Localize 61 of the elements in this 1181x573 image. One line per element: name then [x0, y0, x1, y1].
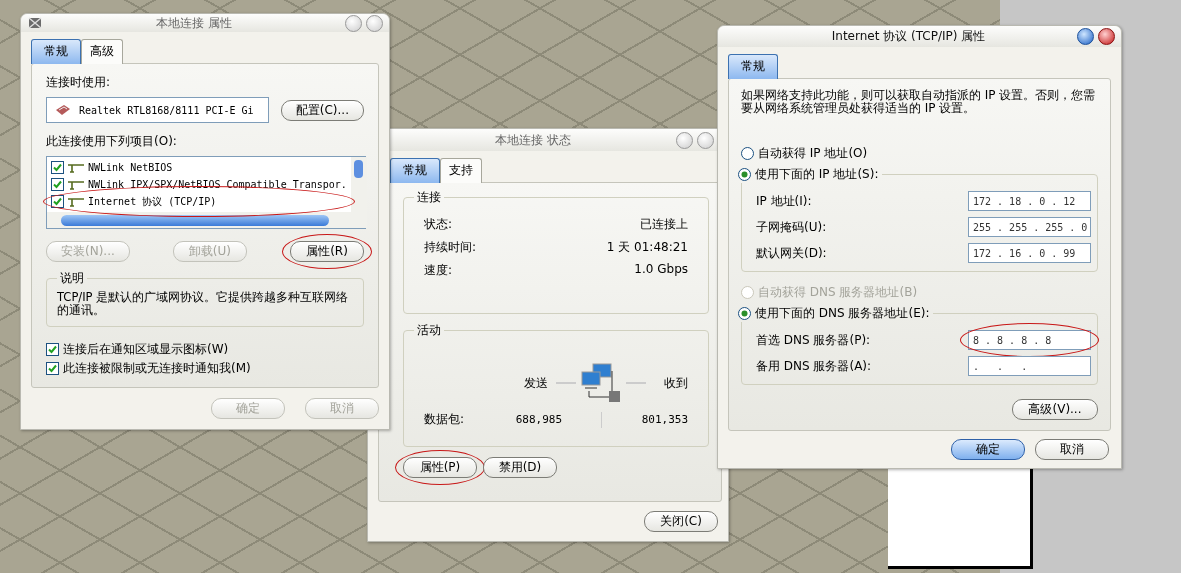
field-label: 首选 DNS 服务器(P): [756, 331, 872, 349]
packets-received: 801,353 [640, 413, 688, 427]
window-title: 本地连接 属性 [155, 14, 233, 32]
field-label: IP 地址(I): [756, 192, 813, 210]
status-value: 已连接上 [639, 216, 688, 234]
received-label: 收到 [664, 374, 688, 392]
list-item[interactable]: NWLink NetBIOS [51, 159, 173, 176]
group-title: 连接 [416, 189, 442, 207]
network-card-icon [55, 104, 71, 116]
group-title: 活动 [416, 322, 442, 340]
adapter-name: Realtek RTL8168/8111 PCI-E Gi [79, 104, 254, 116]
window-title: Internet 协议 (TCP/IP) 属性 [830, 28, 987, 45]
address-field[interactable]: 8 . 8 . 8 . 8 [968, 330, 1091, 350]
address-field[interactable]: . . . [968, 356, 1091, 376]
address-field[interactable]: 255 . 255 . 255 . 0 [968, 217, 1091, 237]
tab[interactable]: 常规 [728, 54, 778, 79]
configure-button[interactable]: 配置(C)... [280, 99, 364, 121]
horizontal-scrollbar[interactable] [47, 212, 367, 228]
address-field[interactable]: 172 . 18 . 0 . 12 [968, 191, 1091, 211]
status-value: 1.0 Gbps [633, 262, 688, 279]
field-label: 默认网关(D): [756, 244, 828, 262]
field-label: 备用 DNS 服务器(A): [756, 357, 873, 375]
field-label: 子网掩码(U): [756, 218, 828, 236]
address-field[interactable]: 172 . 16 . 0 . 99 [968, 243, 1091, 263]
radio-option[interactable]: 自动获得 IP 地址(O) [741, 145, 1098, 162]
field-label: 连接时使用: [46, 74, 112, 91]
tab[interactable]: 支持 [440, 158, 482, 184]
checkbox-option[interactable]: 此连接被限制或无连接时通知我(M) [46, 360, 364, 377]
window-title: 本地连接 状态 [494, 131, 572, 149]
help-button[interactable] [1077, 28, 1094, 45]
status-value: 1 天 01:48:21 [606, 239, 688, 257]
radio-option[interactable]: 使用下面的 DNS 服务器地址(E): [738, 305, 930, 322]
network-computers-icon [579, 363, 623, 404]
description-text: TCP/IP 是默认的广域网协议。它提供跨越多种互联网络的通讯。 [57, 291, 350, 317]
status-label: 速度: [424, 262, 454, 280]
ok-button[interactable]: 确定 [951, 439, 1025, 460]
radio-option[interactable]: 使用下面的 IP 地址(S): [738, 166, 879, 183]
tab[interactable]: 高级 [81, 39, 123, 64]
list-item[interactable]: Internet 协议 (TCP/IP) [51, 193, 217, 210]
packets-label: 数据包: [424, 411, 466, 429]
network-protocol-icon [67, 162, 85, 173]
advanced-button[interactable]: 高级(V)... [1012, 399, 1098, 420]
cancel-button[interactable]: 取消 [1035, 439, 1109, 460]
status-label: 状态: [424, 216, 454, 234]
network-protocol-icon [67, 179, 85, 190]
properties-button[interactable]: 属性(R) [290, 241, 364, 262]
packets-sent: 688,985 [514, 413, 563, 427]
close-button[interactable] [1098, 28, 1115, 45]
properties-button[interactable]: 属性(P) [403, 457, 477, 479]
network-icon [27, 15, 43, 31]
network-protocol-icon [67, 196, 85, 207]
status-label: 持续时间: [424, 239, 478, 257]
checkbox-option[interactable]: 连接后在通知区域显示图标(W) [46, 341, 364, 358]
tab[interactable]: 常规 [31, 39, 81, 64]
field-label: 此连接使用下列项目(O): [46, 133, 178, 150]
sent-label: 发送 [524, 374, 548, 392]
close-dialog-button[interactable]: 关闭(C) [644, 511, 718, 532]
disable-button[interactable]: 禁用(D) [483, 457, 557, 479]
tab[interactable]: 常规 [390, 158, 440, 184]
description-text: 如果网络支持此功能，则可以获取自动指派的 IP 设置。否则，您需要从网络系统管理员处获得适当的 IP 设置。 [741, 89, 1097, 115]
group-title: 说明 [59, 270, 85, 287]
